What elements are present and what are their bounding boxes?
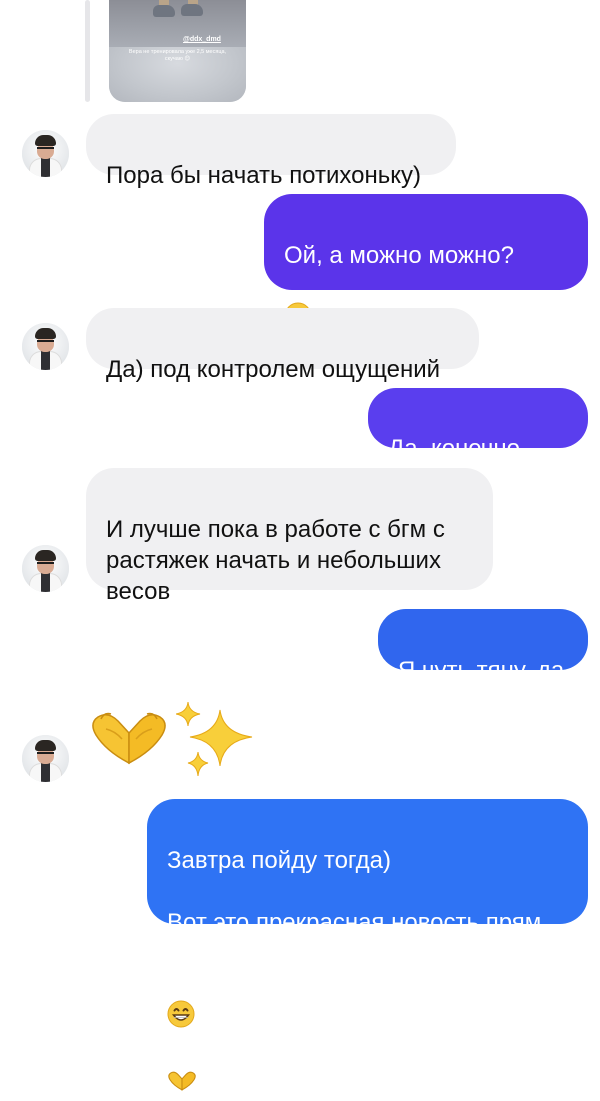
avatar-shirt — [41, 158, 50, 177]
sparkles-icon[interactable] — [175, 700, 256, 785]
story-handle[interactable]: @ddx_dmd — [183, 36, 221, 43]
shared-story-preview[interactable]: @ddx_dmd Вера не тренировала уже 2,5 мес… — [109, 0, 246, 102]
story-shoe — [153, 5, 175, 17]
avatar-hair — [35, 740, 56, 751]
story-caption: Вера не тренировала уже 2,5 месяца, скуч… — [128, 49, 227, 62]
avatar-hair — [35, 328, 56, 339]
message-text: Пора бы начать потихоньку) — [106, 162, 421, 189]
avatar-shirt — [41, 763, 50, 782]
avatar-hair — [35, 550, 56, 561]
heart-hands-icon[interactable] — [88, 707, 170, 770]
message-bubble-outgoing[interactable]: Завтра пойду тогда) Вот это прекрасная н… — [147, 799, 588, 1091]
message-text-line-1: Завтра пойду тогда) — [167, 847, 391, 874]
sender-avatar[interactable] — [22, 323, 69, 370]
avatar-glasses — [37, 562, 54, 568]
heart-hands-icon — [167, 1036, 197, 1101]
message-text: Да, конечно — [388, 435, 520, 462]
message-text-line-2: Вот это прекрасная новость прям — [167, 909, 542, 936]
message-bubble-incoming[interactable]: И лучше пока в работе с бгм с растяжек н… — [86, 468, 493, 605]
avatar-glasses — [37, 752, 54, 758]
message-text-line-1: Ой, а можно можно? — [284, 242, 514, 269]
sender-avatar[interactable] — [22, 735, 69, 782]
message-bubble-outgoing[interactable]: Ой, а можно можно? Плечи и спину? — [264, 194, 588, 429]
story-shoe — [181, 4, 203, 16]
message-text: Да) под контролем ощущений — [106, 356, 441, 383]
avatar-glasses — [37, 147, 54, 153]
avatar-hair — [35, 135, 56, 146]
message-bubble-outgoing[interactable]: Да, конечно — [368, 388, 588, 521]
grinning-face-icon — [167, 969, 195, 1036]
message-text: Я чуть тяну, да — [398, 657, 565, 684]
message-text: И лучше пока в работе с бгм с растяжек н… — [106, 516, 445, 605]
reply-thread-line — [85, 0, 90, 102]
avatar-shirt — [41, 573, 50, 592]
message-bubble-incoming[interactable]: Пора бы начать потихоньку) — [86, 114, 456, 189]
avatar-shirt — [41, 351, 50, 370]
message-bubble-incoming[interactable]: Да) под контролем ощущений — [86, 308, 479, 383]
sender-avatar[interactable] — [22, 545, 69, 592]
message-bubble-outgoing[interactable]: Я чуть тяну, да — [378, 609, 588, 684]
sender-avatar[interactable] — [22, 130, 69, 177]
avatar-glasses — [37, 340, 54, 346]
